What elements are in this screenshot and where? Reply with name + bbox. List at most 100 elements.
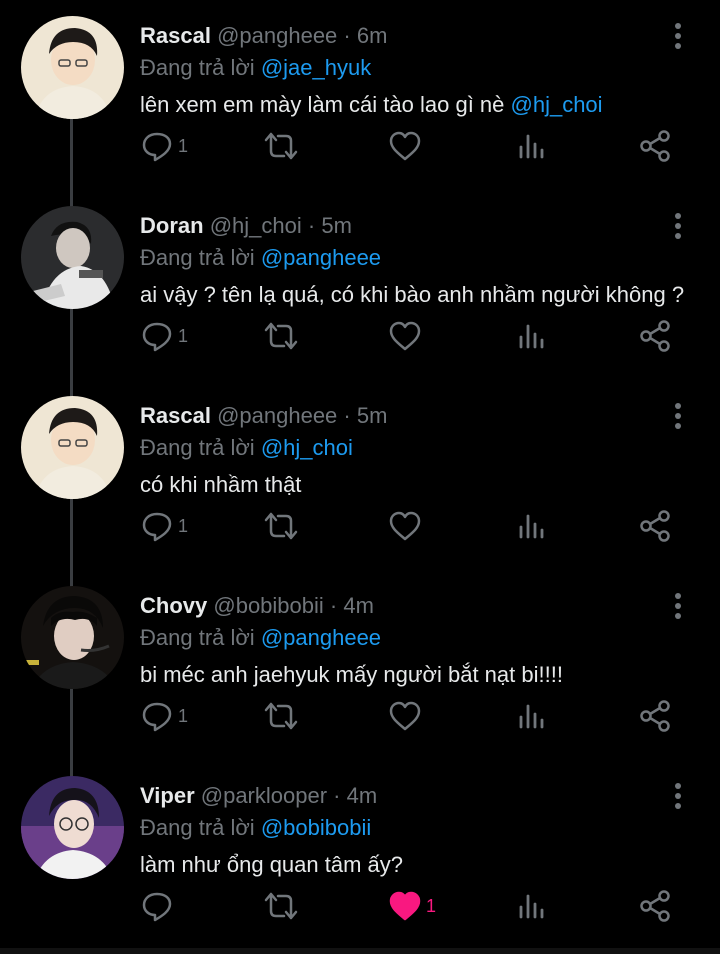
author-name[interactable]: Viper <box>140 783 195 808</box>
avatar[interactable] <box>21 776 124 879</box>
author-handle[interactable]: @bobibobii <box>213 593 323 618</box>
views-button[interactable] <box>516 884 546 928</box>
replying-to: Đang trả lời @jae_hyuk <box>140 54 371 82</box>
author-handle[interactable]: @pangheee <box>217 403 337 428</box>
timestamp[interactable]: 5m <box>357 403 388 428</box>
author-name[interactable]: Doran <box>140 213 204 238</box>
timestamp[interactable]: 4m <box>347 783 378 808</box>
tweet[interactable]: Doran @hj_choi · 5m Đang trả lời @panghe… <box>0 190 720 380</box>
reply-button[interactable] <box>140 884 178 928</box>
tweet-text-body: có khi nhầm thật <box>140 472 302 497</box>
tweet-text-mention[interactable]: @hj_choi <box>511 92 603 117</box>
tweet-header: Doran @hj_choi · 5m <box>140 212 352 240</box>
more-options-button[interactable] <box>664 400 692 432</box>
tweet-text: bi méc anh jaehyuk mấy người bắt nạt bi!… <box>140 660 563 690</box>
more-vertical-icon <box>675 23 681 49</box>
replying-to-label: Đang trả lời <box>140 625 255 650</box>
replying-to-mention[interactable]: @hj_choi <box>261 435 353 460</box>
reply-icon <box>142 132 172 162</box>
like-button[interactable] <box>388 314 426 358</box>
reply-button[interactable]: 1 <box>140 314 188 358</box>
share-icon <box>640 700 670 732</box>
like-button[interactable]: 1 <box>388 884 436 928</box>
author-handle[interactable]: @pangheee <box>217 23 337 48</box>
tweet[interactable]: Rascal @pangheee · 5m Đang trả lời @hj_c… <box>0 380 720 570</box>
tweet[interactable]: Rascal @pangheee · 6m Đang trả lời @jae_… <box>0 0 720 190</box>
replying-to-label: Đang trả lời <box>140 435 255 460</box>
views-icon <box>519 894 544 919</box>
replying-to-mention[interactable]: @pangheee <box>261 625 381 650</box>
reply-count: 1 <box>178 515 189 536</box>
reply-icon <box>142 322 172 352</box>
retweet-icon <box>264 512 298 540</box>
tweet[interactable]: Chovy @bobibobii · 4m Đang trả lời @pang… <box>0 570 720 760</box>
tweet-text-body: làm như ổng quan tâm ấy? <box>140 852 404 877</box>
author-handle[interactable]: @hj_choi <box>210 213 302 238</box>
share-button[interactable] <box>638 314 672 358</box>
action-bar: 1 <box>140 884 700 928</box>
like-button[interactable] <box>388 694 426 738</box>
replying-to: Đang trả lời @pangheee <box>140 624 381 652</box>
more-vertical-icon <box>675 783 681 809</box>
action-bar: 1 <box>140 314 700 358</box>
more-vertical-icon <box>675 593 681 619</box>
timestamp[interactable]: 5m <box>321 213 352 238</box>
retweet-button[interactable] <box>262 314 300 358</box>
author-name[interactable]: Chovy <box>140 593 207 618</box>
views-button[interactable] <box>516 124 546 168</box>
share-button[interactable] <box>638 124 672 168</box>
views-button[interactable] <box>516 314 546 358</box>
replying-to-label: Đang trả lời <box>140 245 255 270</box>
author-name[interactable]: Rascal <box>140 23 211 48</box>
like-button[interactable] <box>388 504 426 548</box>
replying-to-mention[interactable]: @pangheee <box>261 245 381 270</box>
tweet-text-body: lên xem em mày làm cái tào lao gì nè <box>140 92 511 117</box>
retweet-button[interactable] <box>262 884 300 928</box>
avatar[interactable] <box>21 396 124 499</box>
more-options-button[interactable] <box>664 20 692 52</box>
tweet-header: Chovy @bobibobii · 4m <box>140 592 374 620</box>
avatar[interactable] <box>21 586 124 689</box>
replying-to: Đang trả lời @pangheee <box>140 244 381 272</box>
reply-count: 1 <box>178 705 189 726</box>
avatar[interactable] <box>21 16 124 119</box>
views-icon <box>519 134 544 159</box>
share-button[interactable] <box>638 884 672 928</box>
replying-to-mention[interactable]: @bobibobii <box>261 815 371 840</box>
heart-icon <box>389 891 421 921</box>
views-button[interactable] <box>516 694 546 738</box>
share-button[interactable] <box>638 504 672 548</box>
share-button[interactable] <box>638 694 672 738</box>
tweet-header: Rascal @pangheee · 5m <box>140 402 387 430</box>
retweet-button[interactable] <box>262 694 300 738</box>
author-name[interactable]: Rascal <box>140 403 211 428</box>
bottom-divider <box>0 948 720 954</box>
more-options-button[interactable] <box>664 590 692 622</box>
reply-button[interactable]: 1 <box>140 504 188 548</box>
action-bar: 1 <box>140 694 700 738</box>
like-count: 1 <box>426 895 437 916</box>
tweet-text: làm như ổng quan tâm ấy? <box>140 850 403 880</box>
timestamp[interactable]: 6m <box>357 23 388 48</box>
reply-icon <box>142 702 172 732</box>
reply-button[interactable]: 1 <box>140 124 188 168</box>
avatar[interactable] <box>21 206 124 309</box>
more-options-button[interactable] <box>664 210 692 242</box>
tweet-header: Viper @parklooper · 4m <box>140 782 377 810</box>
heart-icon <box>389 321 421 351</box>
heart-icon <box>389 701 421 731</box>
reply-count: 1 <box>178 325 189 346</box>
retweet-button[interactable] <box>262 124 300 168</box>
replying-to-mention[interactable]: @jae_hyuk <box>261 55 371 80</box>
author-handle[interactable]: @parklooper <box>201 783 327 808</box>
tweet[interactable]: Viper @parklooper · 4m Đang trả lời @bob… <box>0 760 720 950</box>
reply-button[interactable]: 1 <box>140 694 188 738</box>
like-button[interactable] <box>388 124 426 168</box>
action-bar: 1 <box>140 504 700 548</box>
retweet-button[interactable] <box>262 504 300 548</box>
action-bar: 1 <box>140 124 700 168</box>
more-options-button[interactable] <box>664 780 692 812</box>
views-button[interactable] <box>516 504 546 548</box>
timestamp[interactable]: 4m <box>343 593 374 618</box>
more-vertical-icon <box>675 403 681 429</box>
